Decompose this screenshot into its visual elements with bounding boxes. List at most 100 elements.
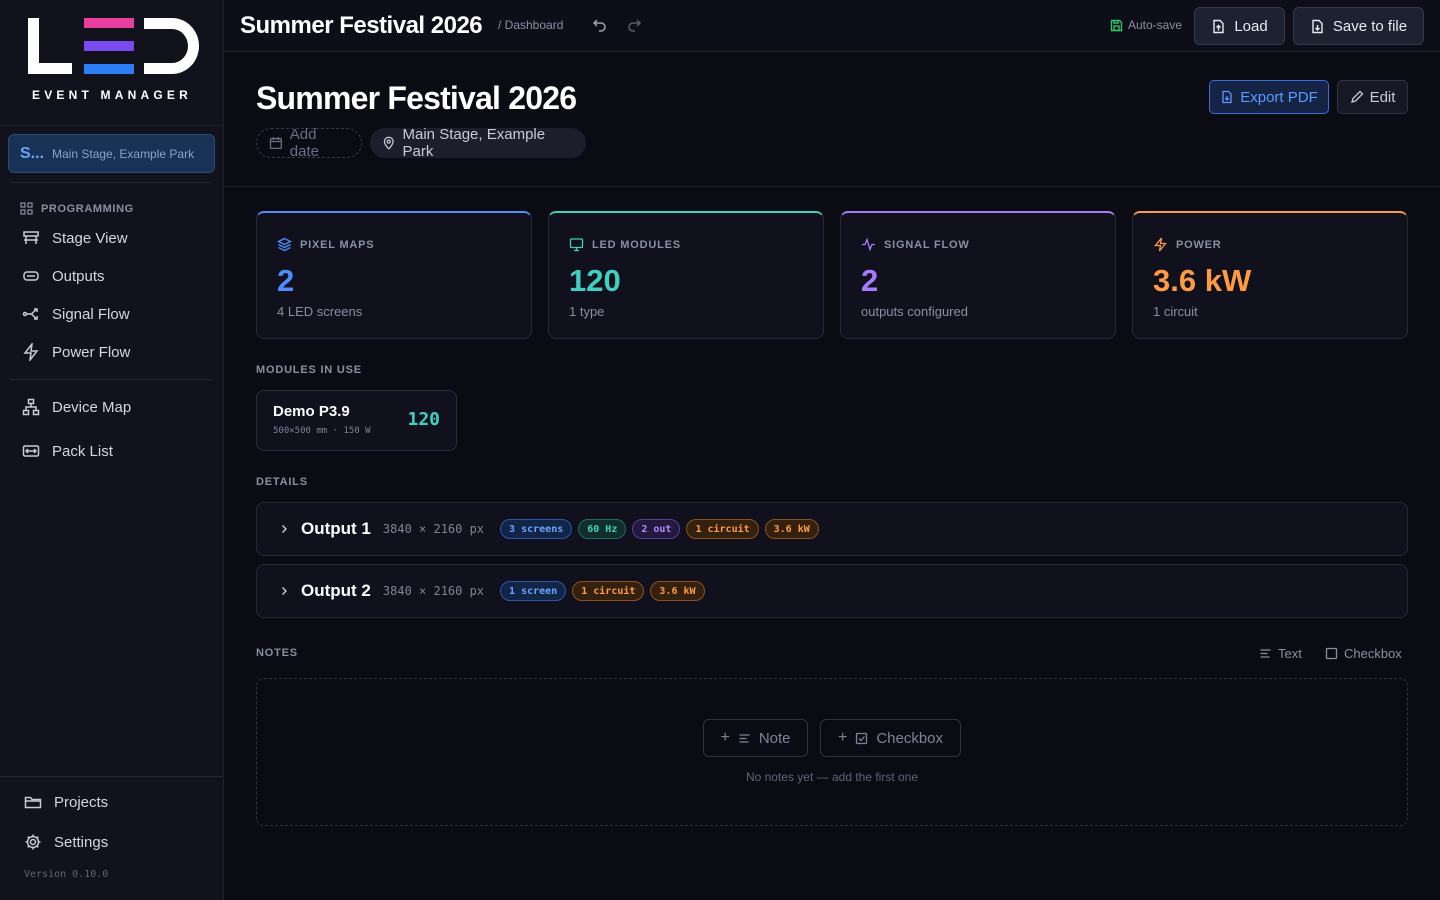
top-bar: Summer Festival 2026 / Dashboard Auto-sa… [224,0,1440,52]
add-checkbox-button[interactable]: + Checkbox [820,719,961,757]
badge-outs: 2 out [632,519,681,539]
stat-label: SIGNAL FLOW [884,238,970,251]
export-pdf-button[interactable]: Export PDF [1209,80,1329,114]
save-to-file-button[interactable]: Save to file [1293,7,1424,45]
divider [224,186,1440,187]
plus-icon: + [720,729,730,746]
text-lines-icon [1260,649,1271,658]
grid-icon [20,202,33,215]
output-row-1[interactable]: Output 1 3840 × 2160 px 3 screens 60 Hz … [256,502,1408,556]
stat-sub: 4 LED screens [277,304,363,319]
bolt-icon [1154,237,1167,252]
add-note-button[interactable]: + Note [703,719,808,757]
output-resolution: 3840 × 2160 px [382,584,485,598]
folder-icon [24,796,42,809]
version-label: Version 0.10.0 [24,869,109,880]
file-save-icon [1312,19,1323,33]
stat-label: POWER [1176,238,1222,251]
badge-power: 3.6 kW [650,581,705,601]
autosave-toggle[interactable]: Auto-save [1110,18,1182,32]
location-chip[interactable]: Main Stage, Example Park [370,126,586,160]
stat-card-led-modules[interactable]: LED MODULES 120 1 type [548,211,824,339]
module-card[interactable]: Demo P3.9 500×500 mm · 150 W 120 [256,390,457,451]
page-title: Summer Festival 2026 [240,12,483,39]
sidebar-item-signal-flow[interactable]: Signal Flow [22,305,130,323]
sidebar: EVENT MANAGER S... Main Stage, Example P… [0,0,224,900]
gear-icon [25,834,41,850]
stat-sub: 1 circuit [1153,304,1198,319]
module-count: 120 [407,409,440,430]
led-logo-icon [28,18,199,74]
outputs-icon [23,271,39,281]
add-checkbox-note-tool[interactable]: Checkbox [1325,646,1402,661]
add-date-button[interactable]: Add date [256,126,362,160]
module-name: Demo P3.9 [273,403,350,420]
load-button[interactable]: Load [1194,7,1285,45]
text-lines-icon [739,733,750,743]
add-text-note-tool[interactable]: Text [1259,646,1302,661]
activity-icon [862,237,875,252]
badge-circuits: 1 circuit [686,519,759,539]
module-spec: 500×500 mm · 150 W [273,426,371,436]
current-project-button[interactable]: S... Main Stage, Example Park [8,134,215,173]
sidebar-item-outputs[interactable]: Outputs [22,267,105,285]
section-label-details: DETAILS [256,476,308,488]
pencil-icon [1350,90,1363,103]
badge-screens: 3 screens [500,519,573,539]
section-heading-programming: PROGRAMMING [20,202,134,215]
badge-refresh: 60 Hz [578,519,627,539]
divider [10,379,212,380]
project-name: S... [20,144,45,162]
layers-icon [277,237,292,252]
sidebar-item-projects[interactable]: Projects [24,793,108,811]
stat-card-pixel-maps[interactable]: PIXEL MAPS 2 4 LED screens [256,211,532,339]
sidebar-item-settings[interactable]: Settings [24,833,108,851]
section-label-notes: NOTES [256,647,298,659]
calendar-icon [269,137,282,150]
badge-screens: 1 screen [500,581,567,601]
sidebar-item-pack-list[interactable]: Pack List [22,442,113,460]
undo-icon[interactable] [592,17,608,33]
stat-value: 2 [277,263,295,298]
badge-power: 3.6 kW [764,519,819,539]
badge-circuits: 1 circuit [572,581,645,601]
stat-value: 3.6 kW [1153,263,1252,298]
stat-value: 2 [861,263,879,298]
checkbox-checked-icon [856,732,868,744]
project-location: Main Stage, Example Park [52,146,195,161]
stat-sub: 1 type [569,304,605,319]
stat-card-power[interactable]: POWER 3.6 kW 1 circuit [1132,211,1408,339]
stat-label: PIXEL MAPS [300,238,375,251]
sidebar-item-stage-view[interactable]: Stage View [22,229,128,247]
breadcrumb[interactable]: / Dashboard [498,18,563,32]
output-name: Output 2 [301,581,371,600]
stat-card-signal-flow[interactable]: SIGNAL FLOW 2 outputs configured [840,211,1116,339]
divider [10,182,212,183]
divider [0,776,223,777]
output-name: Output 1 [301,519,371,538]
pack-icon [22,445,40,457]
output-resolution: 3840 × 2160 px [382,522,485,536]
file-pdf-icon [1222,90,1232,104]
network-icon [22,398,40,416]
sidebar-item-device-map[interactable]: Device Map [22,398,131,416]
chevron-right-icon[interactable] [279,524,289,534]
signal-flow-icon [22,308,38,320]
save-disk-icon [1110,19,1123,31]
checkbox-icon [1325,647,1338,660]
redo-icon[interactable] [626,17,642,33]
section-label-modules: MODULES IN USE [256,364,362,376]
stage-icon [23,231,39,244]
edit-button[interactable]: Edit [1337,80,1408,114]
sidebar-item-power-flow[interactable]: Power Flow [22,343,130,361]
project-title: Summer Festival 2026 [256,80,577,116]
output-row-2[interactable]: Output 2 3840 × 2160 px 1 screen 1 circu… [256,564,1408,618]
monitor-icon [569,238,584,252]
chevron-right-icon[interactable] [279,586,289,596]
map-pin-icon [383,136,394,150]
plus-icon: + [837,729,848,746]
stat-value: 120 [569,263,621,298]
bolt-icon [23,343,39,361]
logo[interactable]: EVENT MANAGER [0,0,223,126]
stat-label: LED MODULES [592,238,681,251]
